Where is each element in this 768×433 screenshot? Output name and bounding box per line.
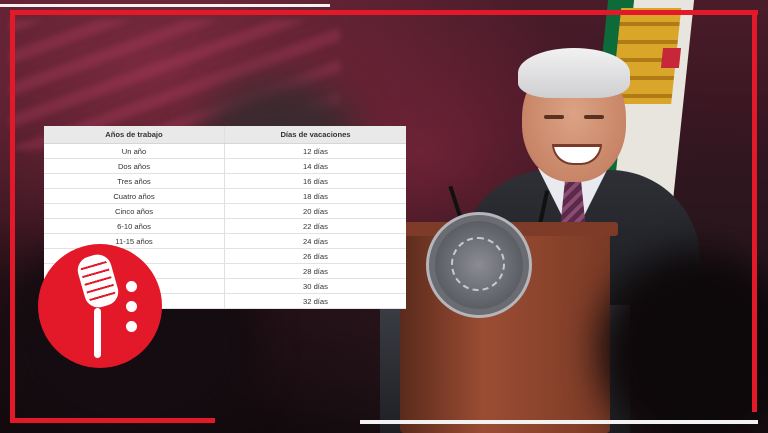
table-row: Un año 12 días [44, 143, 406, 159]
days-cell: 12 días [224, 143, 406, 159]
years-cell: Dos años [44, 158, 225, 174]
column-header-vacation-days: Días de vacaciones [224, 126, 406, 144]
frame-line-red-right [752, 10, 757, 412]
table-header-row: Años de trabajo Días de vacaciones [44, 126, 406, 144]
frame-line-red-top [10, 10, 758, 15]
years-cell: Un año [44, 143, 225, 159]
table-row: Cinco años 20 días [44, 203, 406, 219]
podcast-logo [38, 244, 162, 368]
national-seal [426, 212, 532, 318]
days-cell: 24 días [224, 233, 406, 249]
years-cell: Cuatro años [44, 188, 225, 204]
microphone-icon [74, 251, 122, 311]
frame-line-red-bottom [10, 418, 215, 423]
table-row: 6-10 años 22 días [44, 218, 406, 234]
years-cell: 6-10 años [44, 218, 225, 234]
dot-icon [126, 321, 137, 332]
days-cell: 22 días [224, 218, 406, 234]
years-cell: Tres años [44, 173, 225, 189]
days-cell: 14 días [224, 158, 406, 174]
frame-line-white-bottom [360, 420, 758, 424]
days-cell: 20 días [224, 203, 406, 219]
days-cell: 18 días [224, 188, 406, 204]
frame-line-white-top [0, 4, 330, 7]
days-cell: 28 días [224, 263, 406, 279]
days-cell: 30 días [224, 278, 406, 294]
table-row: Cuatro años 18 días [44, 188, 406, 204]
table-row: Dos años 14 días [44, 158, 406, 174]
years-cell: 11-15 años [44, 233, 225, 249]
years-cell: Cinco años [44, 203, 225, 219]
table-row: Tres años 16 días [44, 173, 406, 189]
days-cell: 32 días [224, 293, 406, 309]
days-cell: 26 días [224, 248, 406, 264]
days-cell: 16 días [224, 173, 406, 189]
frame-line-red-left [10, 10, 15, 422]
hair [518, 48, 630, 98]
dot-icon [126, 281, 137, 292]
microphone-stem [94, 308, 101, 358]
column-header-years: Años de trabajo [44, 126, 225, 144]
dot-icon [126, 301, 137, 312]
